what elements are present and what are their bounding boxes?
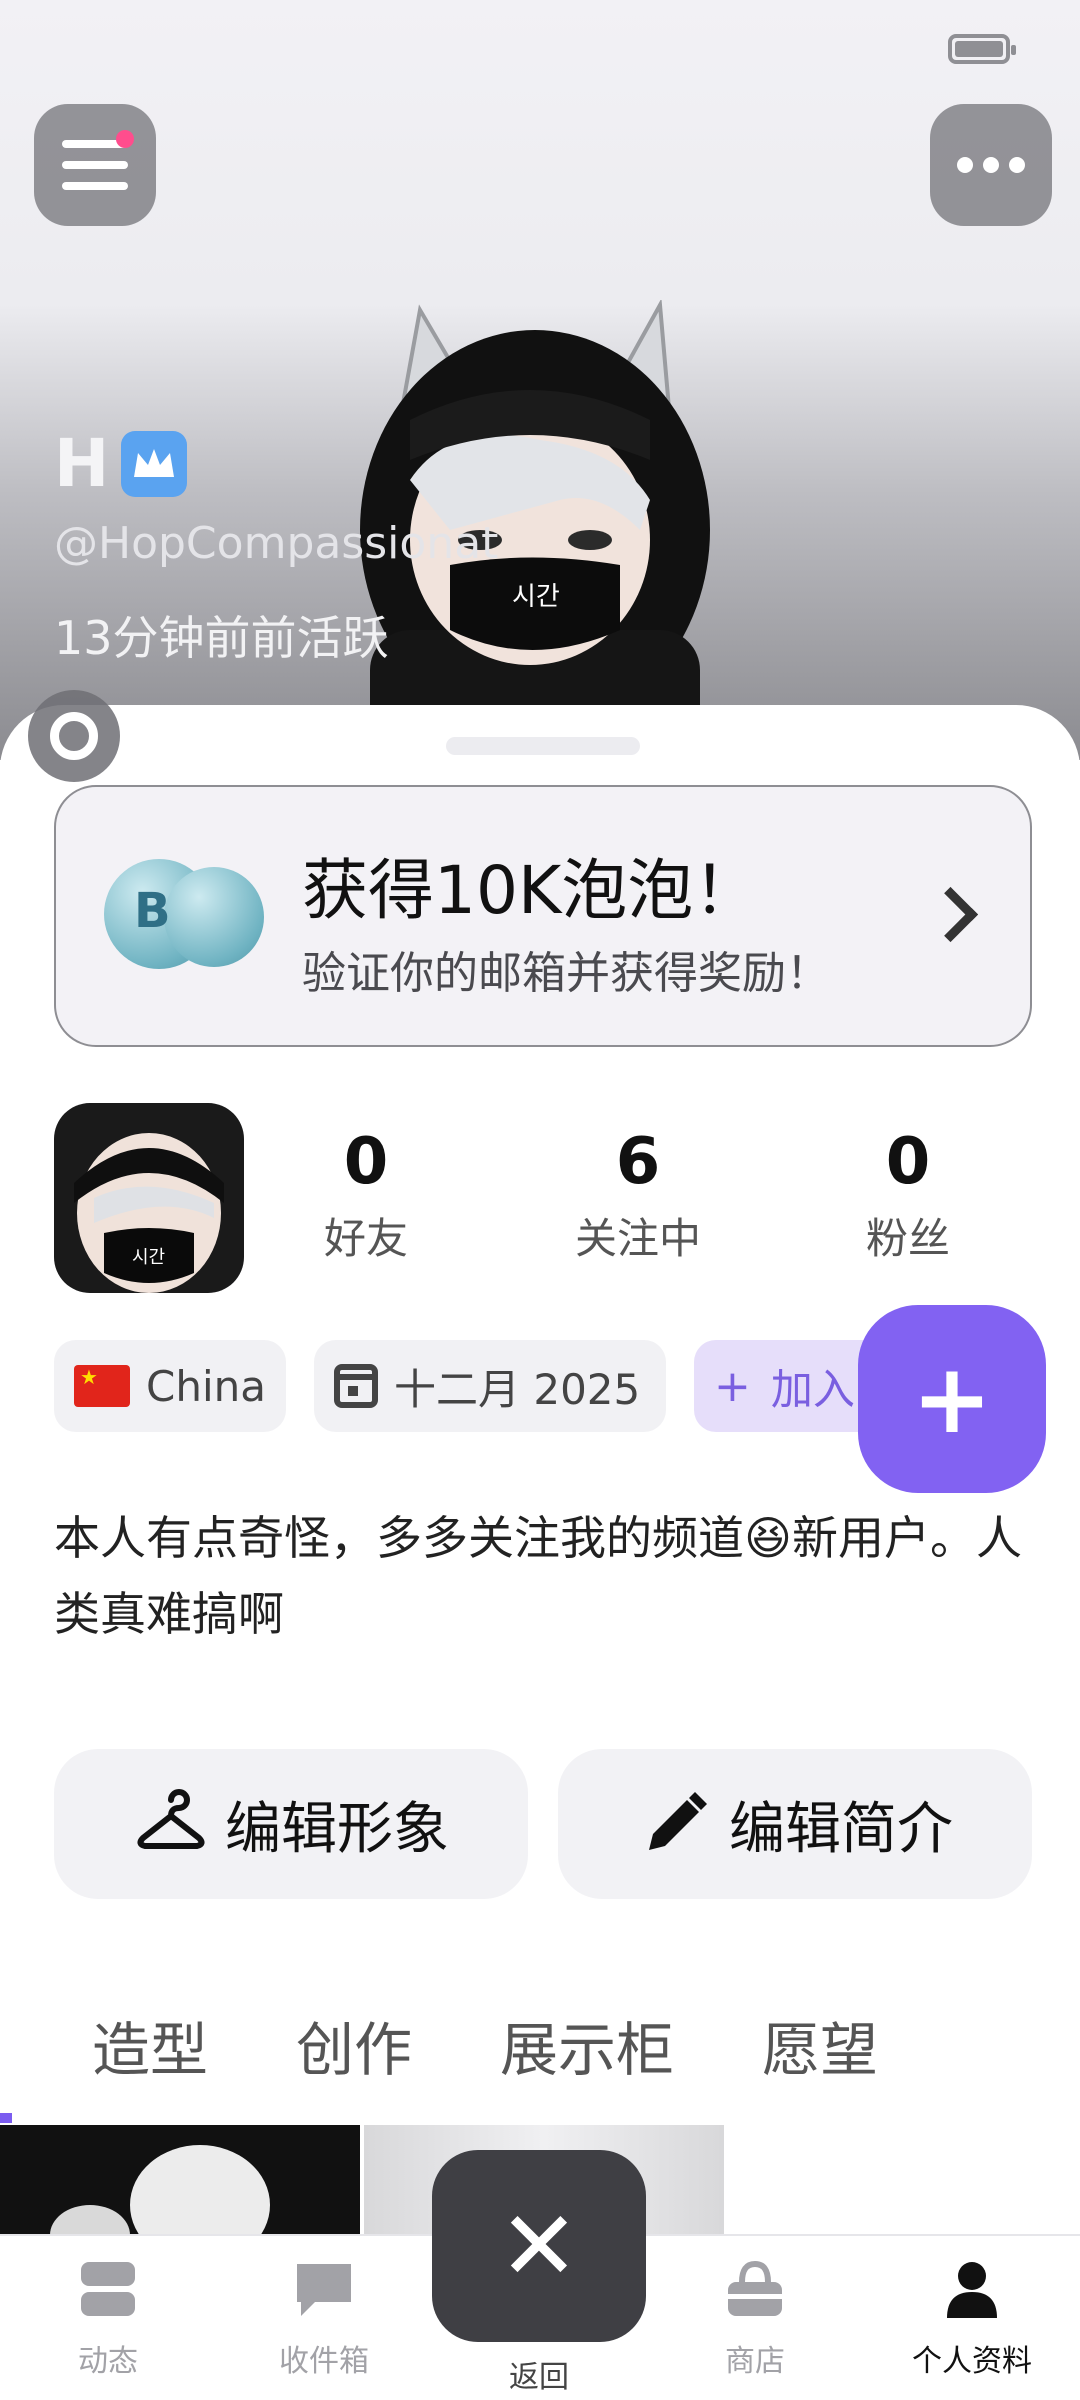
- nav-profile[interactable]: 个人资料: [872, 2256, 1072, 2380]
- nav-inbox-label: 收件箱: [279, 2344, 369, 2379]
- name-row: H: [54, 425, 188, 502]
- active-tab-indicator: [0, 2113, 12, 2123]
- stat-following-label: 关注中: [574, 1214, 701, 1263]
- stat-followers[interactable]: 0 粉丝: [808, 1125, 1008, 1266]
- nav-inbox[interactable]: 收件箱: [224, 2256, 424, 2380]
- ring-icon: [50, 712, 98, 760]
- bubble-icon-secondary: [164, 867, 264, 967]
- nav-profile-label: 个人资料: [912, 2344, 1032, 2379]
- chat-bubble-icon: [291, 2256, 357, 2322]
- china-flag-icon: [74, 1365, 131, 1407]
- pencil-icon: [649, 1792, 707, 1850]
- bubble-letter: B: [134, 883, 171, 939]
- avatar[interactable]: 시간: [54, 1103, 244, 1293]
- profile-hero: 시간 H @HopCompassionat 13分钟前前活跃: [0, 0, 1080, 760]
- verify-email-reward-card[interactable]: B 获得10K泡泡！ 验证你的邮箱并获得奖励！: [54, 785, 1032, 1047]
- close-icon: ✕: [498, 2190, 580, 2302]
- nav-back-label: 返回: [509, 2360, 569, 2395]
- stat-friends[interactable]: 0 好友: [266, 1125, 466, 1266]
- edit-bio-label: 编辑简介: [729, 1796, 953, 1862]
- nav-feed-label: 动态: [78, 2344, 138, 2379]
- person-icon: [939, 2256, 1005, 2322]
- tab-outfits[interactable]: 造型: [92, 2003, 208, 2087]
- country-label: China: [146, 1361, 266, 1411]
- more-options-button[interactable]: [930, 104, 1052, 226]
- nav-shop-label: 商店: [725, 2344, 785, 2379]
- edit-bio-button[interactable]: 编辑简介: [558, 1749, 1032, 1899]
- reward-title: 获得10K泡泡！: [302, 852, 760, 929]
- outfit-thumbnail[interactable]: [0, 2125, 360, 2240]
- bio-text: 本人有点奇怪，多多关注我的频道😆新用户。人类真难搞啊: [54, 1511, 1022, 1641]
- nav-feed[interactable]: 动态: [8, 2256, 208, 2380]
- profile-sheet: B 获得10K泡泡！ 验证你的邮箱并获得奖励！ 시간 0 好友 6 关注中 0 …: [0, 705, 1080, 2400]
- last-active-text: 13分钟前前活跃: [54, 611, 389, 665]
- country-chip: China: [54, 1340, 286, 1432]
- shop-basket-icon: [722, 2256, 788, 2322]
- sheet-grabber[interactable]: [446, 737, 640, 755]
- stat-following[interactable]: 6 关注中: [538, 1125, 738, 1266]
- stat-friends-label: 好友: [323, 1214, 408, 1263]
- nav-shop[interactable]: 商店: [655, 2256, 855, 2380]
- stat-followers-count: 0: [885, 1125, 931, 1199]
- tab-wishlist[interactable]: 愿望: [762, 2003, 878, 2087]
- stat-followers-label: 粉丝: [865, 1214, 950, 1263]
- stat-friends-count: 0: [343, 1125, 389, 1199]
- battery-icon: [948, 34, 1016, 64]
- crown-badge-icon: [121, 430, 188, 497]
- create-fab-button[interactable]: +: [858, 1305, 1046, 1493]
- feed-icon: [75, 2256, 141, 2322]
- svg-text:시간: 시간: [132, 1247, 165, 1268]
- notification-dot: [116, 130, 134, 148]
- stat-following-count: 6: [615, 1125, 661, 1199]
- display-name: H: [54, 425, 110, 502]
- profile-tabs: 造型 创作 展示柜 愿望: [0, 2003, 1080, 2093]
- plus-icon: +: [714, 1360, 751, 1412]
- edit-avatar-button[interactable]: 编辑形象: [54, 1749, 528, 1899]
- floating-circle-button[interactable]: [28, 690, 120, 782]
- close-back-button[interactable]: ✕: [432, 2150, 646, 2342]
- hamburger-icon: [62, 130, 134, 190]
- tab-showcase[interactable]: 展示柜: [500, 2003, 674, 2087]
- joined-date-chip: 十二月 2025: [314, 1340, 666, 1432]
- edit-avatar-label: 编辑形象: [225, 1796, 449, 1862]
- plus-icon: +: [911, 1343, 993, 1455]
- joined-date-label: 十二月 2025: [394, 1364, 641, 1414]
- tab-creations[interactable]: 创作: [296, 2003, 412, 2087]
- ellipsis-icon: [957, 157, 1025, 173]
- hanger-icon: [137, 1789, 205, 1849]
- calendar-icon: [334, 1364, 378, 1408]
- svg-text:시간: 시간: [512, 582, 560, 612]
- username-handle: @HopCompassionat: [54, 518, 499, 569]
- menu-button[interactable]: [34, 104, 156, 226]
- chevron-right-icon: [922, 886, 979, 943]
- reward-subtitle: 验证你的邮箱并获得奖励！: [302, 948, 830, 999]
